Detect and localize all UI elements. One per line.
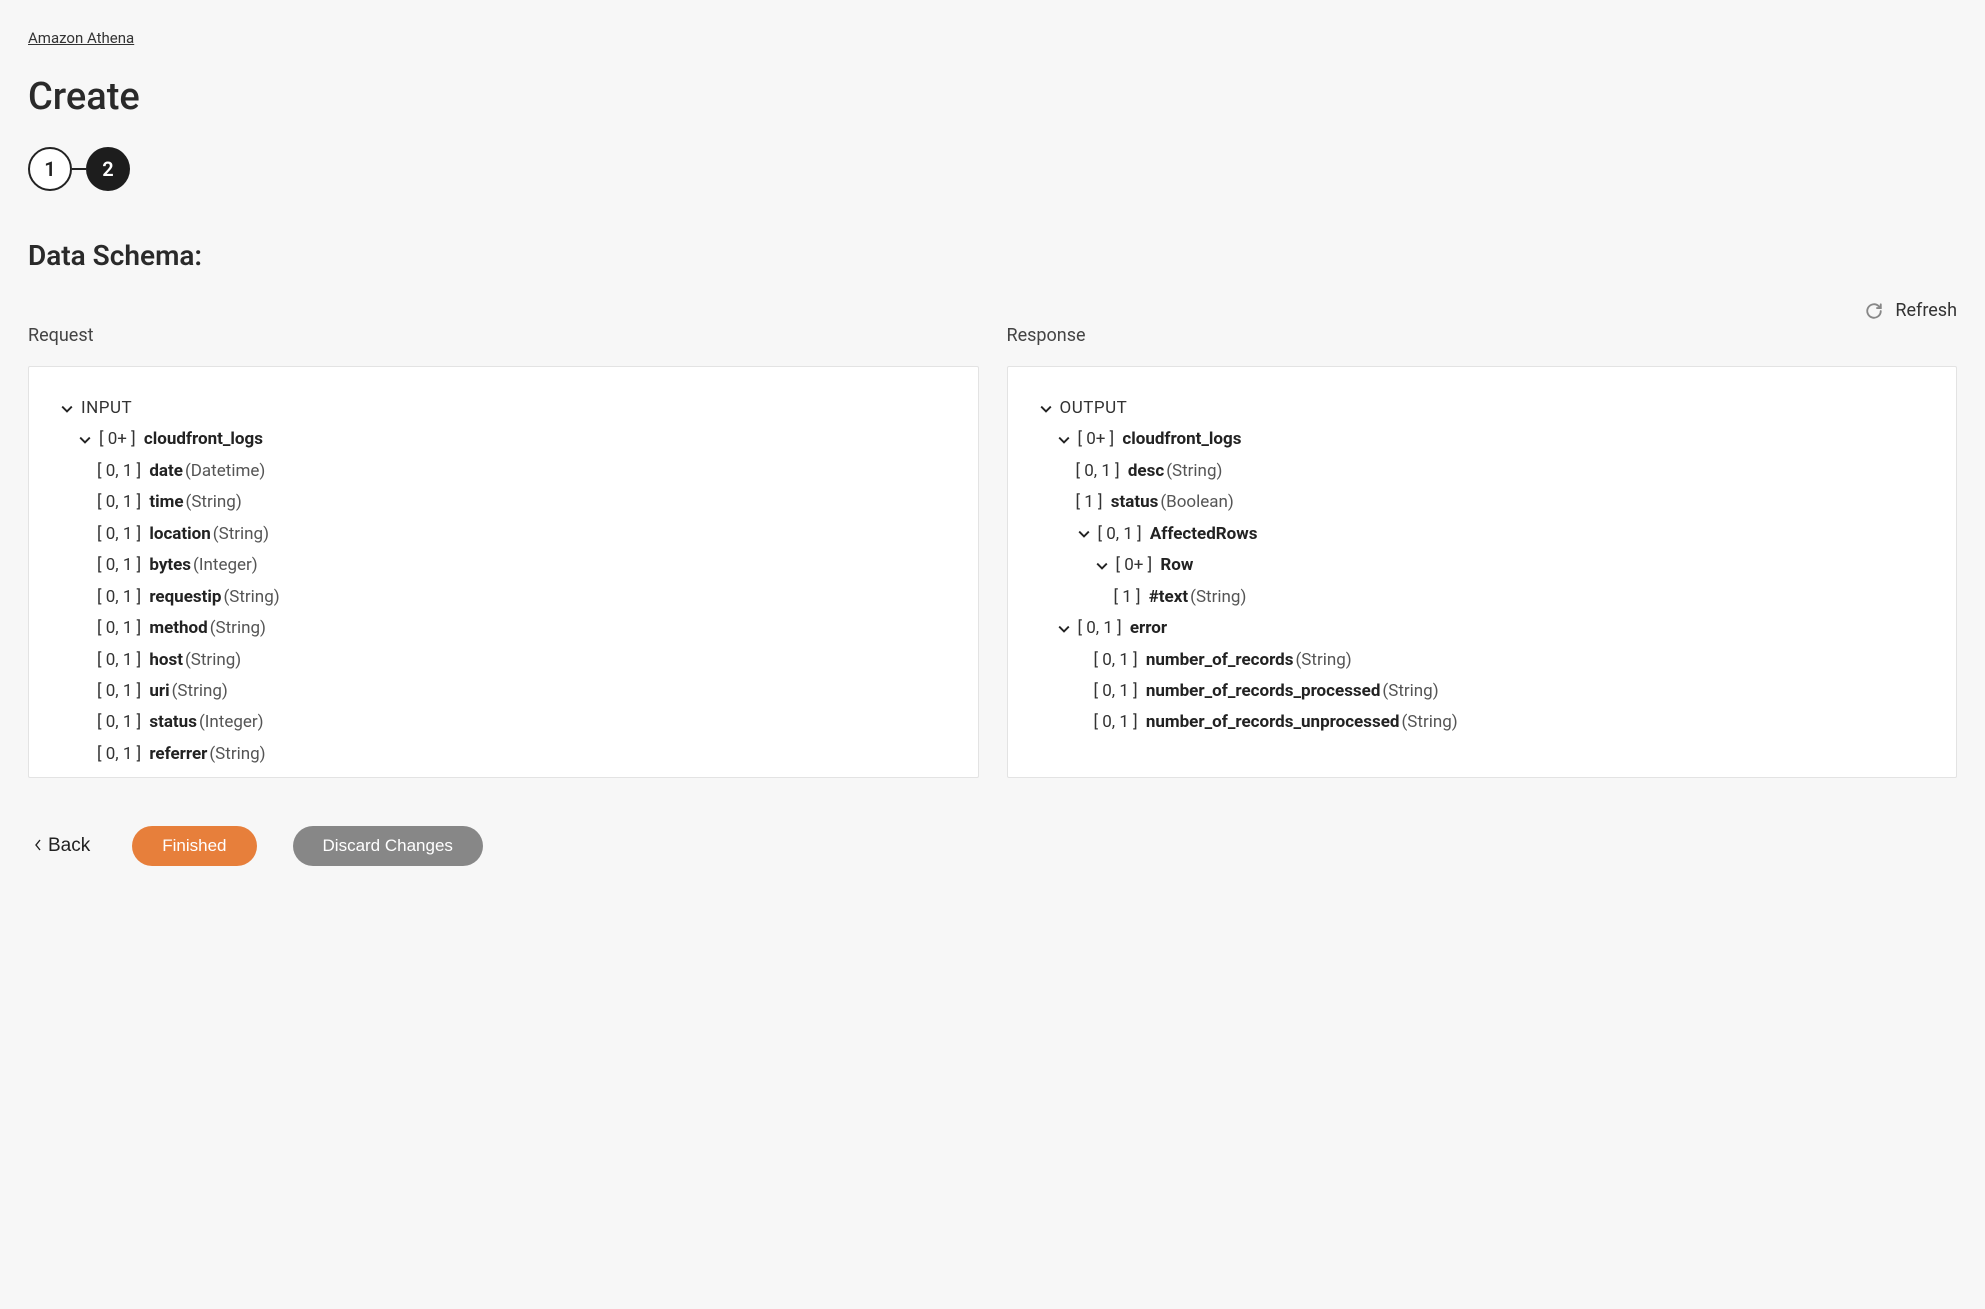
tree-group[interactable]: [ 0, 1 ] AffectedRows — [1076, 519, 1927, 550]
tree-leaf: [ 0, 1 ] status (Integer) — [97, 707, 948, 738]
tree-root[interactable]: OUTPUT — [1038, 393, 1927, 424]
chevron-down-icon[interactable] — [1038, 403, 1054, 415]
tree-leaf: [ 0, 1 ] desc (String) — [1076, 456, 1927, 487]
tree-leaf: [ 0, 1 ] referrer (String) — [97, 739, 948, 770]
tree-leaf: [ 0, 1 ] requestip (String) — [97, 582, 948, 613]
tree-leaf: [ 0, 1 ] location (String) — [97, 519, 948, 550]
tree-leaf: [ 0, 1 ] number_of_records (String) — [1094, 645, 1927, 676]
back-button[interactable]: Back — [28, 834, 96, 858]
chevron-left-icon — [34, 835, 42, 857]
page-title: Create — [28, 75, 1957, 119]
field-name: cloudfront_logs — [144, 424, 263, 455]
request-label: Request — [28, 325, 979, 346]
chevron-down-icon[interactable] — [1076, 528, 1092, 540]
section-title: Data Schema: — [28, 239, 1957, 272]
step-2[interactable]: 2 — [86, 147, 130, 191]
response-schema-box[interactable]: OUTPUT [ 0+ ] cloudfront_logs [ 0, 1 ] d… — [1007, 366, 1958, 778]
tree-group[interactable]: [ 0+ ] Row — [1094, 550, 1927, 581]
field-name: cloudfront_logs — [1122, 424, 1241, 455]
tree-leaf: [ 0, 1 ] host (String) — [97, 645, 948, 676]
step-connector — [72, 168, 86, 170]
tree-root[interactable]: INPUT — [59, 393, 948, 424]
request-schema-box[interactable]: INPUT [ 0+ ] cloudfront_logs [ 0, 1 ] da… — [28, 366, 979, 778]
tree-leaf: [ 0, 1 ] time (String) — [97, 487, 948, 518]
finished-button[interactable]: Finished — [132, 826, 256, 866]
root-label: OUTPUT — [1060, 393, 1128, 424]
tree-leaf: [ 0, 1 ] uri (String) — [97, 676, 948, 707]
chevron-down-icon[interactable] — [1056, 623, 1072, 635]
stepper: 1 2 — [28, 147, 1957, 191]
root-label: INPUT — [81, 393, 132, 424]
chevron-down-icon[interactable] — [77, 434, 93, 446]
refresh-button[interactable]: Refresh — [1895, 300, 1957, 321]
chevron-down-icon[interactable] — [1094, 560, 1110, 572]
tree-leaf: [ 0, 1 ] date (Datetime) — [97, 456, 948, 487]
tree-leaf: [ 0, 1 ] bytes (Integer) — [97, 550, 948, 581]
tree-leaf: [ 0, 1 ] method (String) — [97, 613, 948, 644]
tree-group[interactable]: [ 0, 1 ] error — [1056, 613, 1927, 644]
chevron-down-icon[interactable] — [59, 403, 75, 415]
chevron-down-icon[interactable] — [1056, 434, 1072, 446]
discard-button[interactable]: Discard Changes — [293, 826, 483, 866]
tree-leaf: [ 1 ] status (Boolean) — [1076, 487, 1927, 518]
cardinality: [ 0+ ] — [1078, 424, 1115, 455]
response-label: Response — [1007, 325, 1958, 346]
tree-group[interactable]: [ 0+ ] cloudfront_logs — [1056, 424, 1927, 455]
tree-leaf: [ 0, 1 ] number_of_records_unprocessed (… — [1094, 707, 1927, 738]
back-label: Back — [48, 835, 90, 857]
tree-leaf: [ 1 ] #text (String) — [1114, 582, 1927, 613]
tree-group[interactable]: [ 0+ ] cloudfront_logs — [77, 424, 948, 455]
breadcrumb-link[interactable]: Amazon Athena — [28, 29, 134, 47]
step-1[interactable]: 1 — [28, 147, 72, 191]
tree-leaf: [ 0, 1 ] number_of_records_processed (St… — [1094, 676, 1927, 707]
cardinality: [ 0+ ] — [99, 424, 136, 455]
refresh-icon[interactable] — [1865, 302, 1883, 320]
